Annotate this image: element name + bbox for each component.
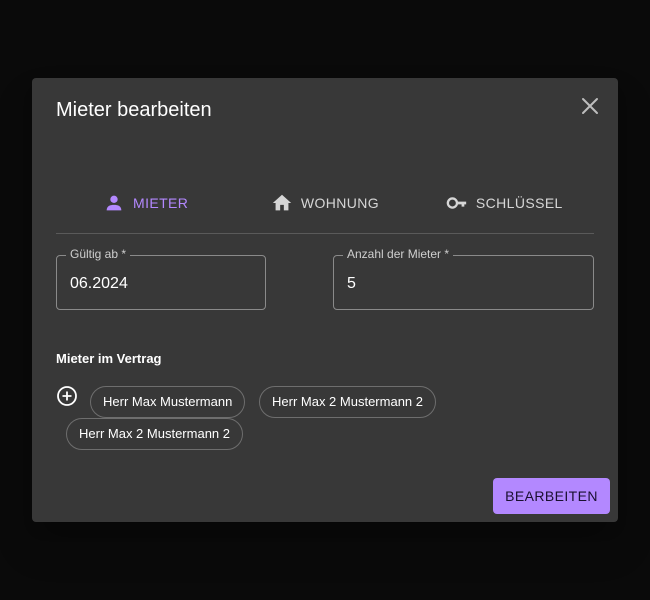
valid-from-value[interactable]: 06.2024	[70, 274, 128, 294]
tenant-chip[interactable]: Herr Max Mustermann	[90, 386, 246, 418]
close-icon	[582, 98, 598, 114]
tab-label: SCHLÜSSEL	[475, 194, 563, 211]
tenant-chip[interactable]: Herr Max 2 Mustermann 2	[259, 386, 436, 418]
tab-label: WOHNUNG	[300, 194, 380, 211]
valid-from-field[interactable]: Gültig ab * 06.2024	[56, 247, 266, 310]
tab-label: MIETER	[133, 194, 189, 211]
key-icon	[446, 196, 467, 209]
add-tenant-button[interactable]	[56, 385, 78, 407]
edit-button[interactable]: BEARBEITEN	[493, 478, 610, 514]
tenant-count-label: Anzahl der Mieter *	[343, 247, 454, 261]
tab-mieter[interactable]: MIETER	[56, 174, 235, 233]
add-circle-icon	[57, 386, 77, 406]
tenants-section-title: Mieter im Vertrag	[56, 351, 162, 366]
person-icon	[106, 195, 122, 210]
edit-tenant-dialog: Mieter bearbeiten MIETER WOHNUNG SCHLÜSS…	[32, 78, 618, 522]
close-button[interactable]	[578, 94, 602, 118]
tab-schluessel[interactable]: SCHLÜSSEL	[415, 174, 594, 233]
valid-from-label: Gültig ab *	[66, 247, 131, 261]
tenant-chip[interactable]: Herr Max 2 Mustermann 2	[66, 418, 243, 450]
dialog-title: Mieter bearbeiten	[56, 99, 212, 121]
tab-bar: MIETER WOHNUNG SCHLÜSSEL	[56, 174, 594, 234]
tenant-count-field[interactable]: Anzahl der Mieter * 5	[333, 247, 594, 310]
tenant-count-value[interactable]: 5	[347, 274, 356, 294]
home-icon	[272, 194, 292, 210]
tab-wohnung[interactable]: WOHNUNG	[235, 174, 414, 233]
